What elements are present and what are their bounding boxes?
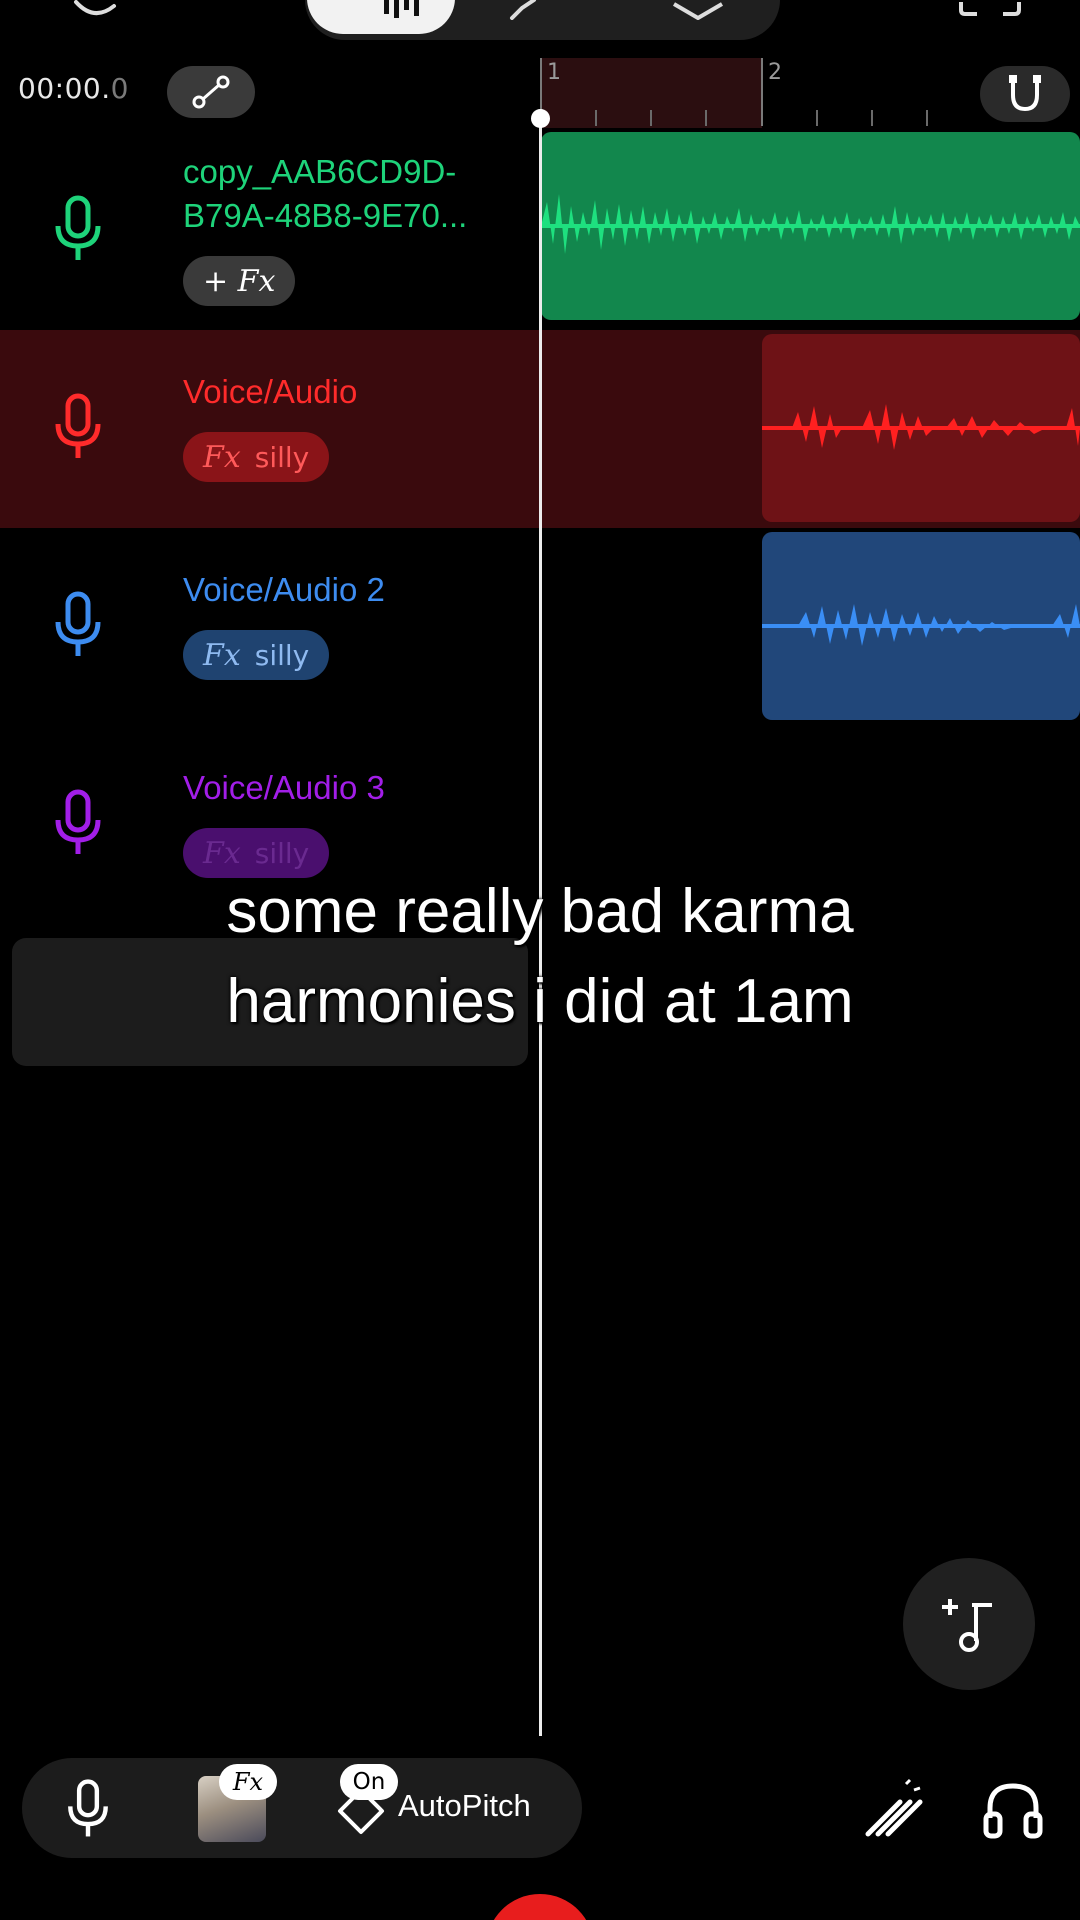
ruler-tick bbox=[816, 110, 818, 126]
ruler-tick bbox=[871, 110, 873, 126]
caption-line-1: some really bad karma bbox=[226, 877, 854, 946]
mic-icon[interactable] bbox=[62, 1778, 114, 1840]
waveform bbox=[541, 194, 1080, 254]
ruler-mark-2: 2 bbox=[768, 60, 782, 85]
ruler-mark-1: 1 bbox=[547, 60, 561, 85]
ruler-tick bbox=[705, 110, 707, 126]
time-readout: 00:00.0 bbox=[18, 72, 129, 105]
fx-preset-chip[interactable]: Fx silly bbox=[183, 432, 330, 482]
add-music-note-icon bbox=[942, 1599, 992, 1652]
snap-button[interactable] bbox=[980, 66, 1070, 122]
waveform bbox=[762, 404, 1080, 450]
automation-curve-icon bbox=[192, 75, 230, 109]
layers-icon[interactable] bbox=[670, 0, 726, 22]
ruler-tick bbox=[650, 110, 652, 126]
fx-preset-chip[interactable]: Fx silly bbox=[183, 828, 330, 878]
caption-line-2: harmonies i did at 1am bbox=[226, 967, 854, 1036]
record-button[interactable] bbox=[486, 1894, 594, 1920]
autopitch-on-badge: On bbox=[340, 1764, 398, 1800]
ruler-tick bbox=[926, 110, 928, 126]
ruler-bar-line bbox=[761, 58, 763, 126]
track-name[interactable]: Voice/Audio 2 bbox=[183, 568, 385, 612]
ruler-tick bbox=[595, 110, 597, 126]
add-fx-button[interactable]: + Fx bbox=[183, 256, 296, 306]
pen-icon[interactable] bbox=[508, 0, 544, 20]
add-instrument-button[interactable] bbox=[903, 1558, 1035, 1690]
track-name[interactable]: Voice/Audio bbox=[183, 370, 357, 414]
waveform bbox=[762, 604, 1080, 646]
headphones-icon[interactable] bbox=[982, 1778, 1044, 1840]
audio-clip[interactable] bbox=[762, 532, 1080, 720]
mixer-icon bbox=[384, 0, 419, 18]
magic-wand-icon[interactable] bbox=[860, 1776, 926, 1842]
automation-button[interactable] bbox=[167, 66, 255, 118]
playhead-handle[interactable] bbox=[531, 109, 550, 128]
magnet-icon bbox=[1009, 75, 1041, 112]
fx-badge: Fx bbox=[219, 1764, 277, 1800]
share-icon[interactable] bbox=[955, 0, 1025, 16]
mic-icon bbox=[55, 195, 101, 260]
fx-preset-chip[interactable]: Fx silly bbox=[183, 630, 330, 680]
track-name[interactable]: copy_AAB6CD9D- B79A-48B8-9E70... bbox=[183, 150, 467, 238]
track-name[interactable]: Voice/Audio 3 bbox=[183, 766, 385, 810]
undo-icon[interactable] bbox=[70, 0, 120, 20]
mic-icon bbox=[55, 591, 101, 656]
mic-icon bbox=[55, 789, 101, 854]
audio-clip[interactable] bbox=[541, 132, 1080, 320]
mic-icon bbox=[55, 393, 101, 458]
audio-clip[interactable] bbox=[762, 334, 1080, 522]
autopitch-label[interactable]: AutoPitch bbox=[398, 1788, 531, 1824]
